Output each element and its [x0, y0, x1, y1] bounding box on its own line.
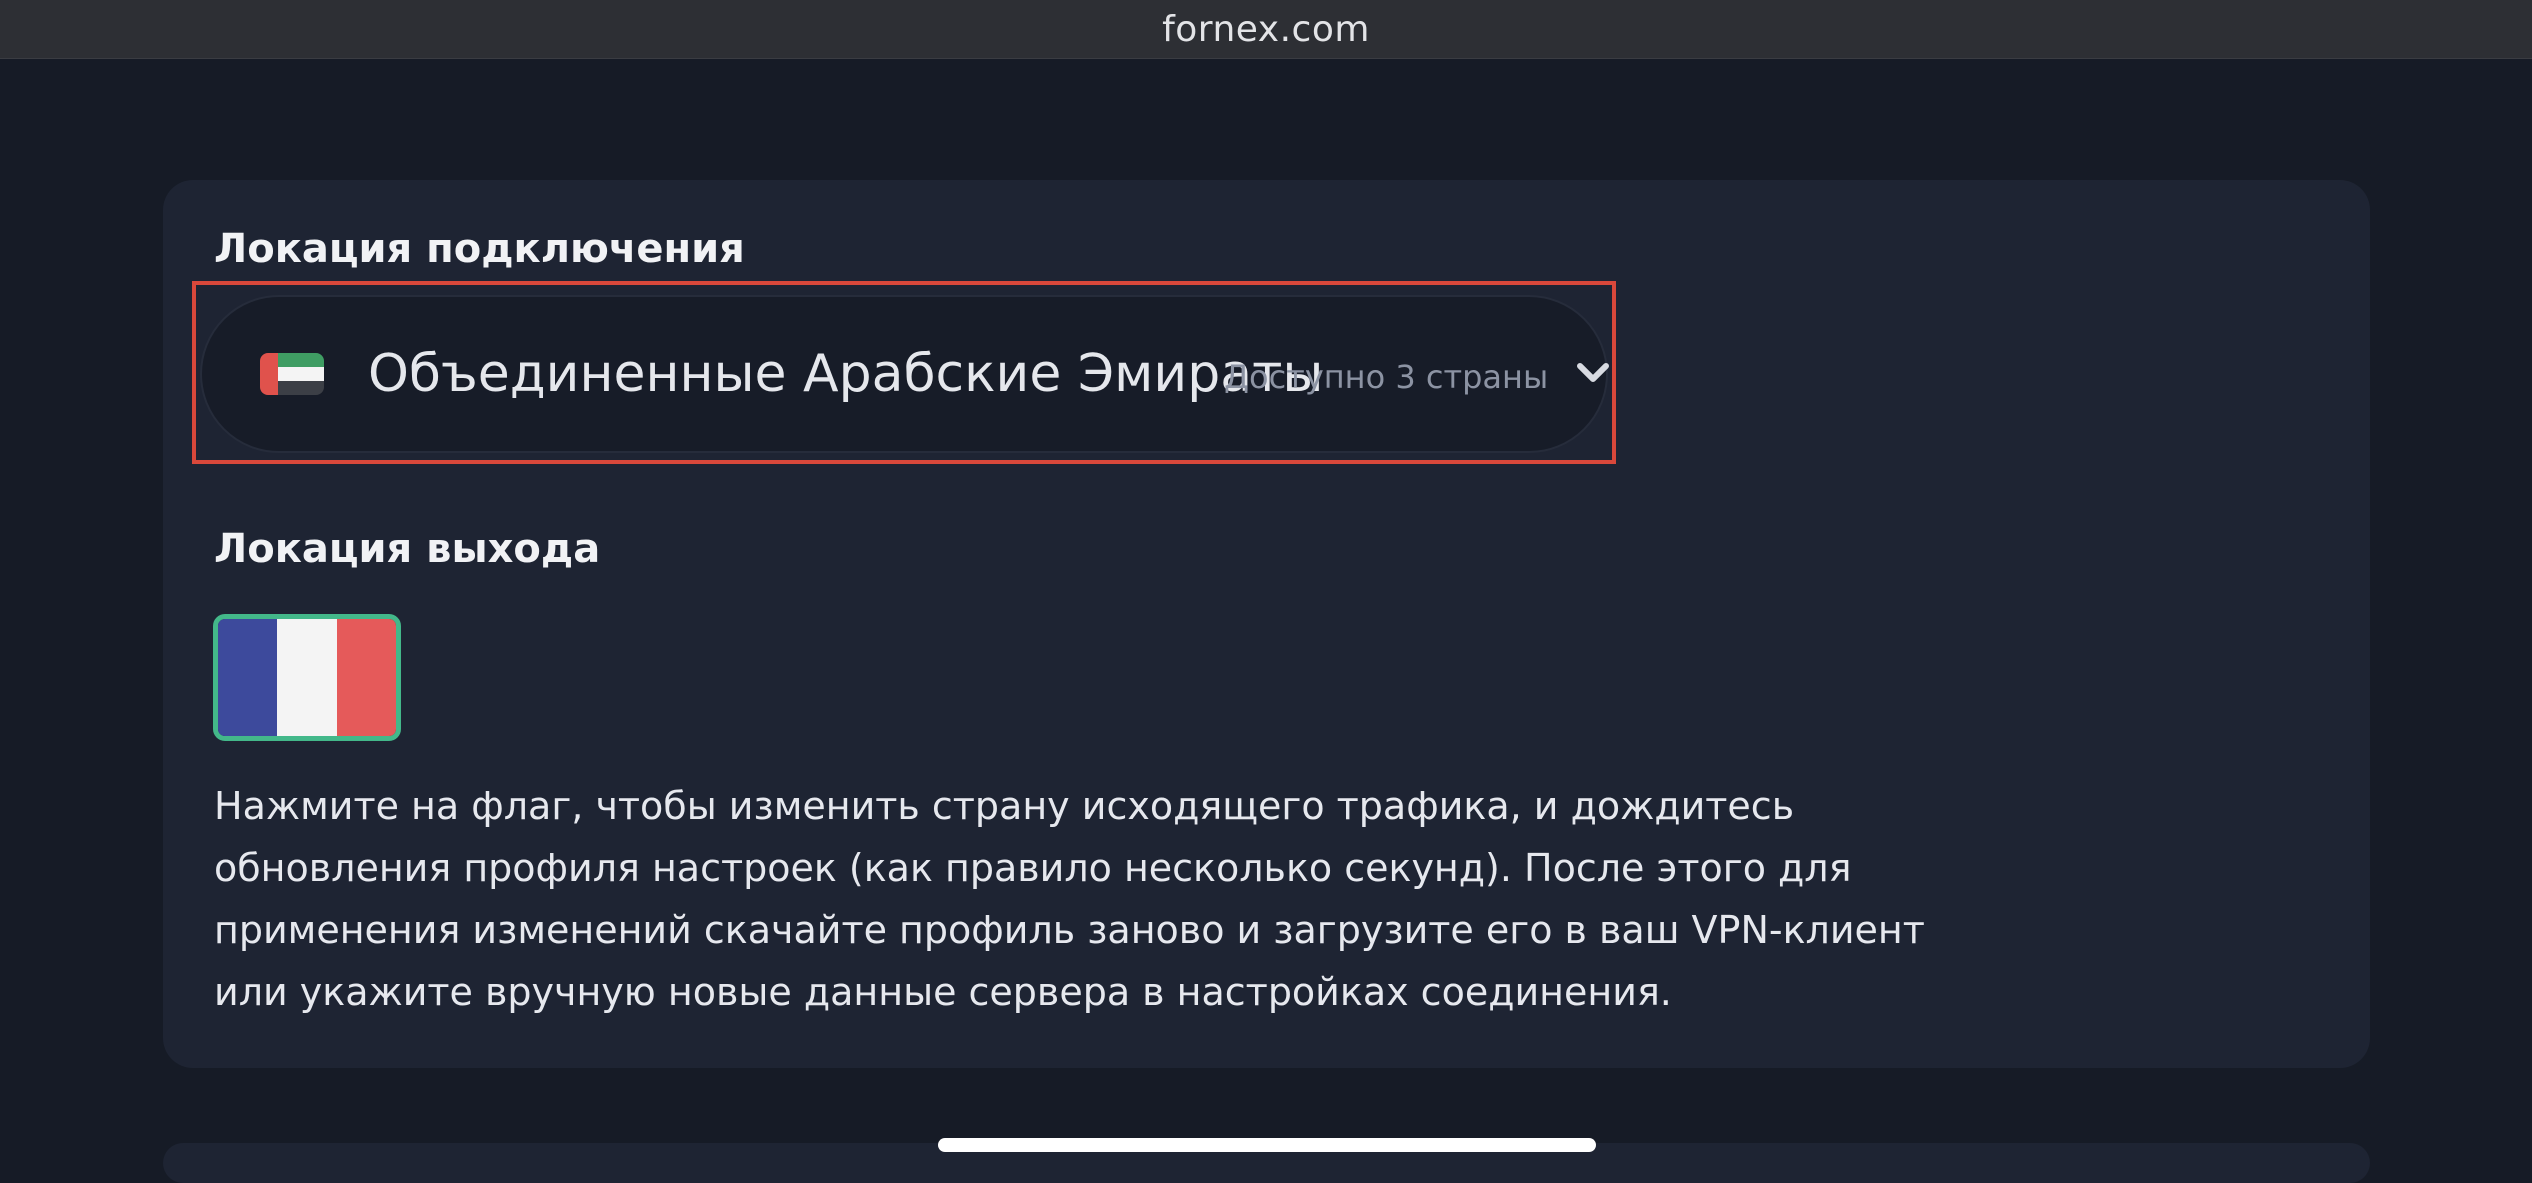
description-line: Нажмите на флаг, чтобы изменить страну и…: [214, 784, 1795, 828]
browser-address-bar[interactable]: fornex.com: [0, 0, 2532, 59]
france-flag-icon[interactable]: [213, 614, 401, 741]
description-line: применения изменений скачайте профиль за…: [214, 908, 1925, 952]
exit-location-description: Нажмите на флаг, чтобы изменить страну и…: [214, 775, 2054, 1023]
url-text: fornex.com: [1162, 8, 1370, 50]
description-line: или укажите вручную новые данные сервера…: [214, 970, 1672, 1014]
exit-location-title: Локация выхода: [214, 526, 601, 572]
description-line: обновления профиля настроек (как правило…: [214, 846, 1852, 890]
highlight-annotation-frame: [192, 281, 1616, 464]
connection-location-title: Локация подключения: [214, 226, 745, 272]
home-indicator[interactable]: [938, 1138, 1596, 1152]
